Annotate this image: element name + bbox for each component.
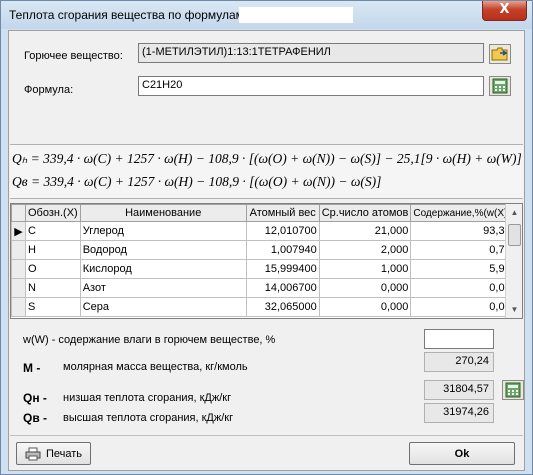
grid-scrollbar[interactable]: ▲ ▼ bbox=[505, 204, 522, 318]
cell-symbol[interactable]: N bbox=[25, 278, 81, 298]
cell-name[interactable]: Азот bbox=[79, 278, 247, 298]
cell-weight[interactable]: 15,999400 bbox=[245, 259, 320, 279]
qh-symbol: Qн - bbox=[23, 391, 47, 405]
cell-atoms[interactable]: 21,000 bbox=[318, 221, 412, 241]
table-row[interactable]: N Азот 14,006700 0,000 0,00 bbox=[11, 278, 514, 298]
button-bar: Печать Ok bbox=[10, 435, 523, 470]
cell-name[interactable]: Сера bbox=[79, 297, 247, 317]
scroll-up-arrow-icon[interactable]: ▲ bbox=[508, 206, 521, 219]
cell-atoms[interactable]: 1,000 bbox=[318, 259, 412, 279]
folder-browse-icon[interactable] bbox=[489, 44, 511, 64]
qb-equation: Qв = 339,4 · ω(C) + 1257 · ω(H) − 108,9 … bbox=[12, 174, 382, 189]
close-button[interactable]: X bbox=[482, 1, 527, 21]
cell-weight[interactable]: 14,006700 bbox=[245, 278, 320, 298]
cell-content[interactable]: 5,92 bbox=[410, 259, 514, 279]
cell-symbol[interactable]: C bbox=[25, 221, 81, 241]
column-header-content[interactable]: Содержание,%(w(X)) bbox=[410, 204, 514, 222]
row-indicator[interactable] bbox=[11, 240, 26, 260]
cell-content[interactable]: 0,00 bbox=[410, 297, 514, 317]
column-header-symbol[interactable]: Обозн.(X) bbox=[25, 204, 81, 222]
cell-weight[interactable]: 32,065000 bbox=[245, 297, 320, 317]
equations-panel: Qₕ = 339,4 · ω(C) + 1257 · ω(H) − 108,9 … bbox=[10, 144, 523, 199]
column-header-weight[interactable]: Атомный вес bbox=[245, 204, 320, 222]
elements-table: Обозн.(X) Наименование Атомный вес Ср.чи… bbox=[11, 204, 514, 317]
grid-header-row: Обозн.(X) Наименование Атомный вес Ср.чи… bbox=[11, 204, 514, 222]
molar-mass-label: молярная масса вещества, кг/кмоль bbox=[63, 361, 248, 373]
table-row[interactable]: H Водород 1,007940 2,000 0,75 bbox=[11, 240, 514, 260]
calculator-icon[interactable] bbox=[489, 76, 511, 96]
dialog-client: Горючее вещество: (1-МЕТИЛЭТИЛ)1:13:1ТЕТ… bbox=[8, 30, 525, 471]
column-header-atoms[interactable]: Ср.число атомов bbox=[318, 204, 412, 222]
molar-mass-value: 270,24 bbox=[424, 352, 494, 372]
table-row[interactable]: O Кислород 15,999400 1,000 5,92 bbox=[11, 259, 514, 279]
formula-input[interactable]: C21H20 bbox=[138, 76, 484, 96]
qb-label: высшая теплота сгорания, кДж/кг bbox=[63, 412, 234, 424]
window-title: Теплота сгорания вещества по формулам bbox=[9, 8, 244, 22]
ok-button[interactable]: Ok bbox=[409, 442, 515, 465]
cell-name[interactable]: Углерод bbox=[79, 221, 247, 241]
calculator-icon[interactable] bbox=[502, 380, 524, 400]
elements-grid[interactable]: Обозн.(X) Наименование Атомный вес Ср.чи… bbox=[10, 203, 523, 319]
cell-atoms[interactable]: 0,000 bbox=[318, 297, 412, 317]
substance-label: Горючее вещество: bbox=[24, 50, 123, 62]
current-row-indicator-icon[interactable]: ▶ bbox=[11, 221, 26, 241]
table-row[interactable]: ▶ C Углерод 12,010700 21,000 93,33 bbox=[11, 221, 514, 241]
moisture-label: w(W) - содержание влаги в горючем вещест… bbox=[23, 334, 276, 346]
scroll-thumb[interactable] bbox=[508, 224, 521, 246]
printer-icon bbox=[25, 447, 41, 461]
indicator-header bbox=[11, 204, 26, 222]
qb-symbol: Qв - bbox=[23, 411, 48, 425]
cell-atoms[interactable]: 0,000 bbox=[318, 278, 412, 298]
dialog-window: Теплота сгорания вещества по формулам X … bbox=[0, 0, 533, 475]
cell-content[interactable]: 0,00 bbox=[410, 278, 514, 298]
molar-mass-symbol: M - bbox=[23, 361, 41, 375]
cell-atoms[interactable]: 2,000 bbox=[318, 240, 412, 260]
title-redacted-area bbox=[239, 7, 353, 23]
cell-content[interactable]: 0,75 bbox=[410, 240, 514, 260]
cell-symbol[interactable]: H bbox=[25, 240, 81, 260]
formula-label: Формула: bbox=[24, 84, 74, 96]
input-panel: Горючее вещество: (1-МЕТИЛЭТИЛ)1:13:1ТЕТ… bbox=[10, 32, 523, 142]
qh-equation: Qₕ = 339,4 · ω(C) + 1257 · ω(H) − 108,9 … bbox=[12, 151, 522, 166]
cell-content[interactable]: 93,33 bbox=[410, 221, 514, 241]
qh-label: низшая теплота сгорания, кДж/кг bbox=[63, 392, 232, 404]
substance-field[interactable]: (1-МЕТИЛЭТИЛ)1:13:1ТЕТРАФЕНИЛ bbox=[138, 43, 484, 63]
moisture-input[interactable] bbox=[424, 329, 494, 349]
cell-weight[interactable]: 1,007940 bbox=[245, 240, 320, 260]
column-header-name[interactable]: Наименование bbox=[79, 204, 247, 222]
cell-symbol[interactable]: O bbox=[25, 259, 81, 279]
qb-value: 31974,26 bbox=[424, 403, 494, 423]
print-button-label: Печать bbox=[45, 447, 83, 460]
row-indicator[interactable] bbox=[11, 278, 26, 298]
qh-value: 31804,57 bbox=[424, 380, 494, 400]
cell-name[interactable]: Кислород bbox=[79, 259, 247, 279]
scroll-down-arrow-icon[interactable]: ▼ bbox=[508, 303, 521, 316]
title-bar[interactable]: Теплота сгорания вещества по формулам X bbox=[1, 1, 532, 29]
cell-weight[interactable]: 12,010700 bbox=[245, 221, 320, 241]
cell-symbol[interactable]: S bbox=[25, 297, 81, 317]
row-indicator[interactable] bbox=[11, 297, 26, 317]
table-row[interactable]: S Сера 32,065000 0,000 0,00 bbox=[11, 297, 514, 317]
row-indicator[interactable] bbox=[11, 259, 26, 279]
cell-name[interactable]: Водород bbox=[79, 240, 247, 260]
print-button[interactable]: Печать bbox=[16, 442, 91, 465]
